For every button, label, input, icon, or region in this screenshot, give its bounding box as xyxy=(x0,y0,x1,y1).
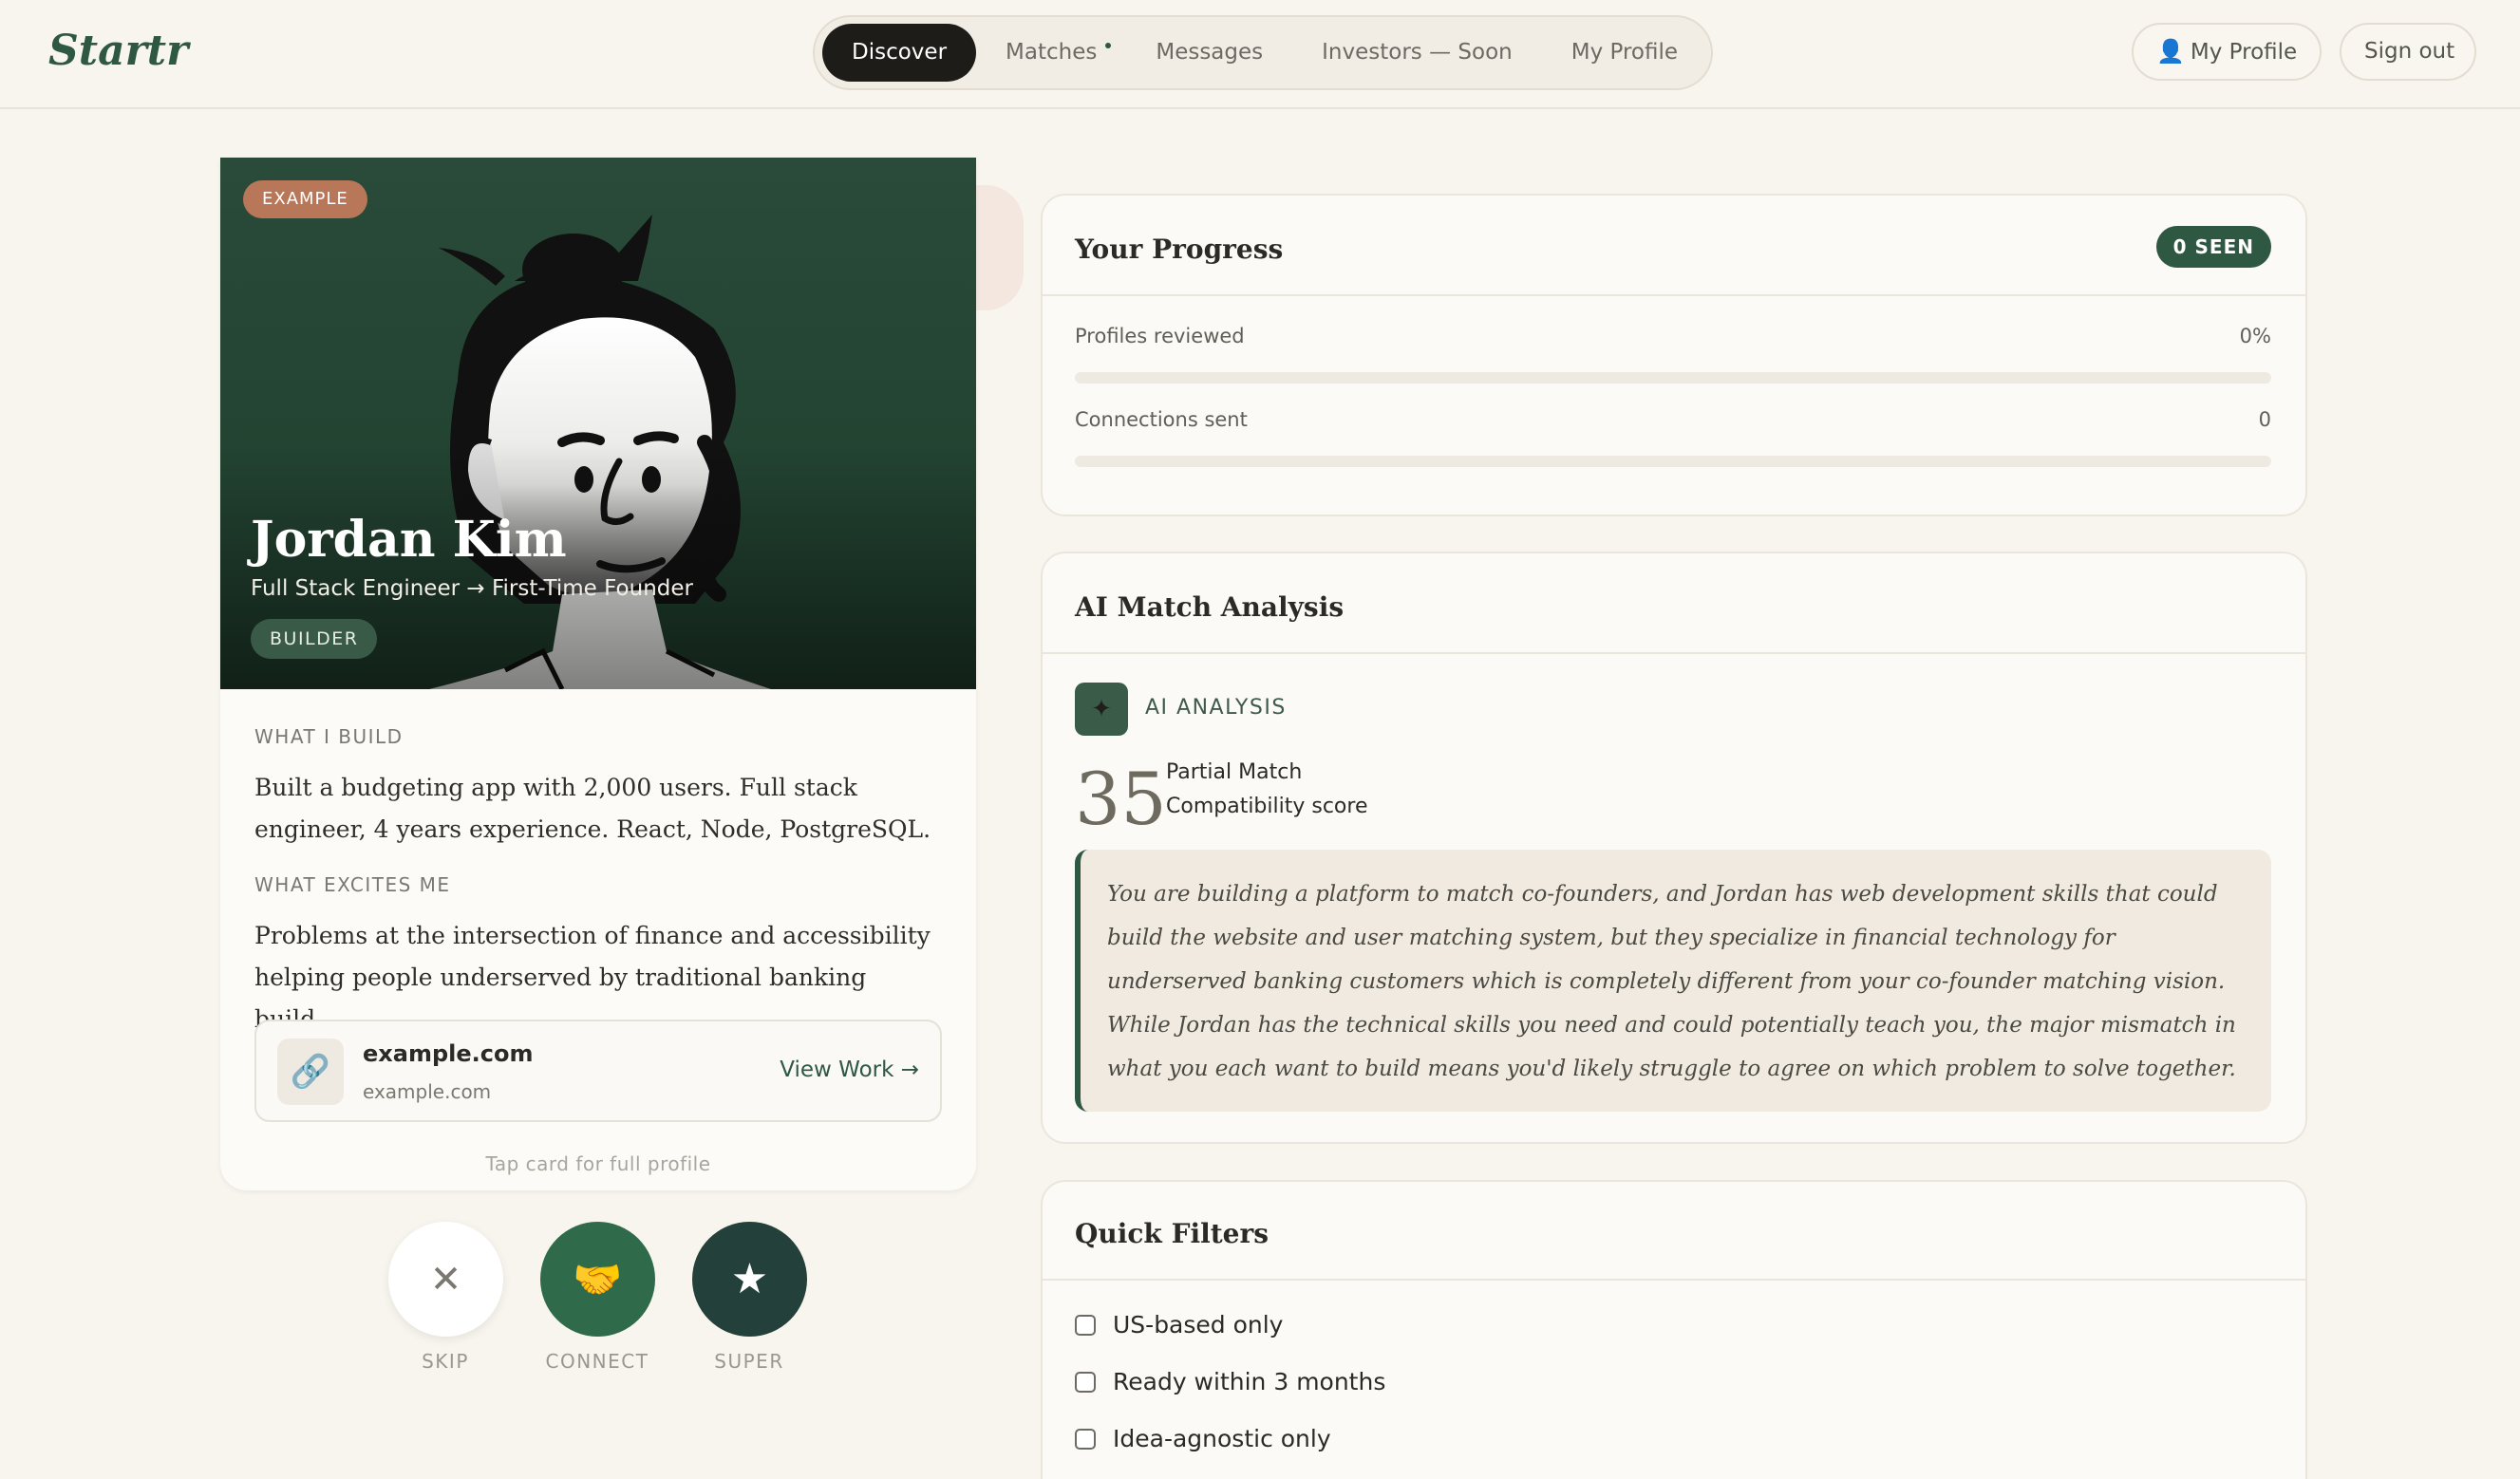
checkbox[interactable] xyxy=(1075,1371,1096,1393)
analysis-text: You are building a platform to match co-… xyxy=(1075,850,2271,1112)
skip-label: SKIP xyxy=(422,1350,469,1373)
profiles-reviewed-value: 0% xyxy=(2239,325,2271,347)
checkbox[interactable] xyxy=(1075,1428,1096,1450)
notification-dot xyxy=(1105,43,1112,48)
nav-messages[interactable]: Messages xyxy=(1126,24,1292,82)
role-type-badge: BUILDER xyxy=(251,619,378,659)
ai-analysis-label: AI ANALYSIS xyxy=(1145,696,1287,720)
filter-us-based[interactable]: US-based only xyxy=(1075,1311,1283,1339)
filter-label: Ready within 3 months xyxy=(1113,1368,1386,1395)
my-profile-button[interactable]: 👤 My Profile xyxy=(2132,23,2322,81)
profile-role: Full Stack Engineer → First-Time Founder xyxy=(251,576,693,601)
my-profile-label: My Profile xyxy=(2190,40,2298,65)
handshake-icon: 🤝 xyxy=(573,1255,623,1302)
work-link-title: example.com xyxy=(363,1040,534,1067)
ai-divider xyxy=(1043,652,2305,654)
tap-hint: Tap card for full profile xyxy=(485,1152,711,1175)
profile-hero: EXAMPLE Jordan Kim Full Stack Engineer →… xyxy=(220,158,976,689)
ai-analysis-title: AI Match Analysis xyxy=(1075,591,1345,623)
close-icon: ✕ xyxy=(429,1257,462,1301)
connect-label: CONNECT xyxy=(545,1350,649,1373)
seen-count-badge: 0 SEEN xyxy=(2155,226,2271,268)
link-icon: 🔗 xyxy=(277,1039,344,1105)
sparkle-icon: ✦ xyxy=(1075,683,1128,736)
connect-button[interactable]: 🤝 xyxy=(540,1222,655,1337)
profiles-reviewed-label: Profiles reviewed xyxy=(1075,325,1245,347)
main-nav: Discover Matches Messages Investors — So… xyxy=(813,15,1713,90)
super-label: SUPER xyxy=(714,1350,784,1373)
connections-sent-label: Connections sent xyxy=(1075,408,1248,431)
nav-discover[interactable]: Discover xyxy=(822,24,977,82)
score-caption: Compatibility score xyxy=(1166,795,1368,818)
profile-name: Jordan Kim xyxy=(251,511,567,569)
app-logo[interactable]: Startr xyxy=(48,27,188,75)
sign-out-button[interactable]: Sign out xyxy=(2340,23,2476,81)
filter-label: Idea-agnostic only xyxy=(1113,1425,1331,1452)
profile-card[interactable]: EXAMPLE Jordan Kim Full Stack Engineer →… xyxy=(220,158,976,1190)
work-link-url: example.com xyxy=(363,1080,492,1103)
ai-analysis-panel: AI Match Analysis ✦ AI ANALYSIS 35 Parti… xyxy=(1041,552,2307,1144)
profiles-reviewed-bar xyxy=(1075,372,2271,384)
progress-panel: Your Progress 0 SEEN Profiles reviewed 0… xyxy=(1041,194,2307,516)
connections-sent-value: 0 xyxy=(2258,408,2271,431)
avatar-illustration xyxy=(220,215,976,689)
example-badge: EXAMPLE xyxy=(243,180,367,218)
filters-divider xyxy=(1043,1279,2305,1281)
match-level: Partial Match xyxy=(1166,760,1303,784)
star-icon: ★ xyxy=(730,1255,769,1303)
quick-filters-title: Quick Filters xyxy=(1075,1218,1269,1249)
what-i-build-label: WHAT I BUILD xyxy=(254,725,404,748)
filter-ready-3-months[interactable]: Ready within 3 months xyxy=(1075,1368,1385,1395)
what-i-build-text: Built a budgeting app with 2,000 users. … xyxy=(254,774,931,843)
nav-matches-label: Matches xyxy=(1006,40,1098,65)
view-work-link[interactable]: View Work → xyxy=(780,1058,919,1082)
filter-idea-agnostic[interactable]: Idea-agnostic only xyxy=(1075,1425,1331,1452)
person-icon: 👤 xyxy=(2156,38,2185,65)
compatibility-score: 35 xyxy=(1075,757,1167,841)
work-link-card[interactable]: 🔗 example.com example.com View Work → xyxy=(254,1020,942,1122)
progress-title: Your Progress xyxy=(1075,234,1284,265)
nav-investors[interactable]: Investors — Soon xyxy=(1292,24,1542,82)
skip-button[interactable]: ✕ xyxy=(388,1222,503,1337)
nav-my-profile[interactable]: My Profile xyxy=(1542,24,1707,82)
checkbox[interactable] xyxy=(1075,1314,1096,1336)
what-excites-label: WHAT EXCITES ME xyxy=(254,873,451,896)
top-header: Startr Discover Matches Messages Investo… xyxy=(0,0,2520,109)
nav-matches[interactable]: Matches xyxy=(976,24,1126,82)
super-button[interactable]: ★ xyxy=(692,1222,807,1337)
quick-filters-panel: Quick Filters US-based only Ready within… xyxy=(1041,1180,2307,1479)
progress-divider xyxy=(1043,294,2305,296)
filter-label: US-based only xyxy=(1113,1311,1284,1339)
connections-sent-bar xyxy=(1075,456,2271,467)
